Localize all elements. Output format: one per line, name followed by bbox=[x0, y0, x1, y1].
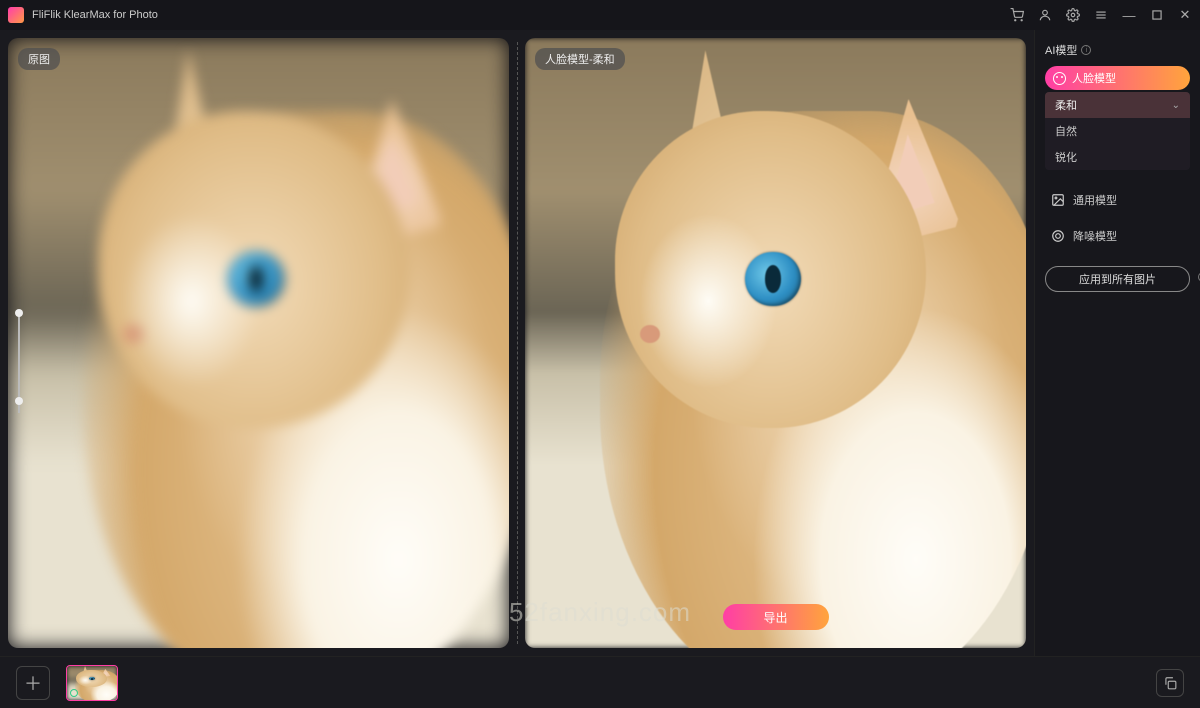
export-button[interactable]: 导出 bbox=[723, 604, 829, 630]
face-icon bbox=[1053, 72, 1066, 85]
original-pane[interactable]: 原图 bbox=[8, 38, 509, 648]
original-label: 原图 bbox=[18, 48, 60, 70]
sidebar: AI模型 i 人脸模型 柔和 ⌄ 自然 锐化 通用模型 降噪模型 应用到所有图片 bbox=[1034, 30, 1200, 656]
cart-icon[interactable] bbox=[1010, 8, 1024, 22]
thumbnail-1[interactable] bbox=[66, 665, 118, 701]
face-model-dropdown: 柔和 ⌄ 自然 锐化 bbox=[1045, 92, 1190, 170]
result-label: 人脸模型-柔和 bbox=[535, 48, 625, 70]
option-natural[interactable]: 自然 bbox=[1045, 118, 1190, 144]
app-title: FliFlik KlearMax for Photo bbox=[32, 9, 1010, 21]
status-dot-icon bbox=[70, 689, 78, 697]
gear-icon[interactable] bbox=[1066, 8, 1080, 22]
copy-icon bbox=[1163, 676, 1177, 690]
denoise-model-label: 降噪模型 bbox=[1073, 228, 1117, 244]
comparison-divider[interactable] bbox=[517, 42, 518, 644]
image-viewer: 原图 人脸模型-柔和 导 bbox=[0, 30, 1034, 656]
close-button[interactable]: ✕ bbox=[1178, 8, 1192, 22]
titlebar: FliFlik KlearMax for Photo — ✕ bbox=[0, 0, 1200, 30]
face-model-label: 人脸模型 bbox=[1072, 70, 1116, 86]
sidebar-title: AI模型 i bbox=[1045, 42, 1190, 58]
menu-icon[interactable] bbox=[1094, 8, 1108, 22]
apply-all-button[interactable]: 应用到所有图片 bbox=[1045, 266, 1190, 292]
bottom-bar: ＋ bbox=[0, 656, 1200, 708]
user-icon[interactable] bbox=[1038, 8, 1052, 22]
zoom-slider[interactable] bbox=[10, 313, 28, 413]
result-pane[interactable]: 人脸模型-柔和 导出 bbox=[525, 38, 1026, 648]
maximize-button[interactable] bbox=[1150, 8, 1164, 22]
denoise-model-button[interactable]: 降噪模型 bbox=[1045, 220, 1190, 252]
chevron-down-icon: ⌄ bbox=[1172, 100, 1180, 111]
option-soft[interactable]: 柔和 ⌄ bbox=[1045, 92, 1190, 118]
minimize-button[interactable]: — bbox=[1122, 8, 1136, 22]
general-model-label: 通用模型 bbox=[1073, 192, 1117, 208]
add-image-button[interactable]: ＋ bbox=[16, 666, 50, 700]
option-sharpen[interactable]: 锐化 bbox=[1045, 144, 1190, 170]
image-icon bbox=[1051, 193, 1065, 207]
info-icon[interactable]: i bbox=[1081, 45, 1091, 55]
general-model-button[interactable]: 通用模型 bbox=[1045, 184, 1190, 216]
face-model-button[interactable]: 人脸模型 bbox=[1045, 66, 1190, 90]
app-icon bbox=[8, 7, 24, 23]
target-icon bbox=[1051, 229, 1065, 243]
copy-button[interactable] bbox=[1156, 669, 1184, 697]
